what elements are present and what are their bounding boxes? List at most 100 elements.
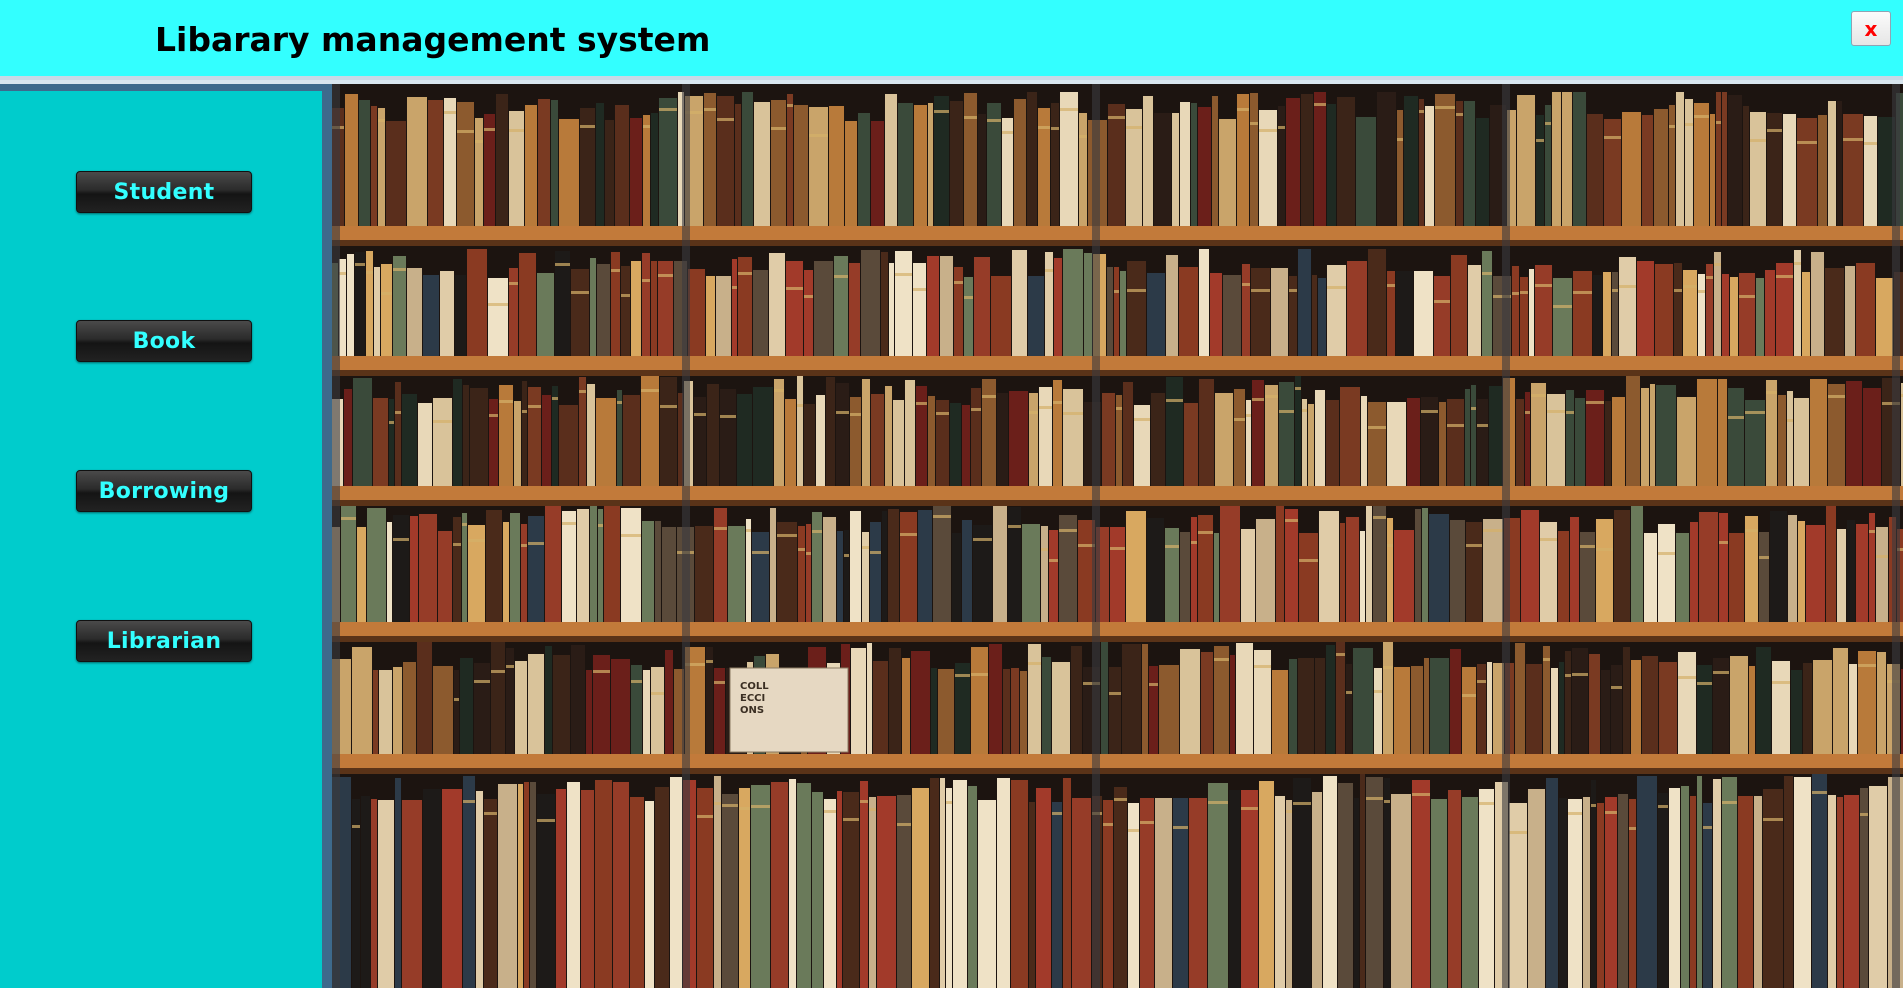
book-spine: [1756, 278, 1764, 356]
book-spine: [1180, 532, 1190, 622]
book-spine: [804, 404, 815, 486]
book-band: [444, 111, 456, 114]
book-spine: [1212, 96, 1218, 226]
student-button-label: Student: [113, 179, 215, 205]
book-band: [1114, 290, 1119, 293]
book-band: [812, 530, 822, 533]
book-spine: [1210, 273, 1222, 356]
book-spine: [1828, 795, 1836, 988]
book-spine: [1053, 380, 1062, 486]
book-band: [1114, 798, 1127, 801]
book-spine: [1338, 783, 1353, 988]
book-spine: [1456, 101, 1463, 226]
book-spine: [930, 778, 939, 988]
book-spine: [946, 788, 952, 988]
book-spine: [774, 379, 784, 486]
book-spine: [562, 511, 576, 622]
box-label-line: ONS: [740, 705, 764, 716]
book-spine: [1465, 389, 1470, 486]
book-spine: [542, 395, 551, 486]
book-band: [381, 292, 392, 295]
librarian-button[interactable]: Librarian: [76, 620, 252, 662]
book-spine: [1509, 803, 1527, 988]
book-band: [1828, 395, 1845, 398]
book-band: [1864, 142, 1877, 145]
book-band: [1462, 694, 1476, 697]
book-spine: [1396, 271, 1413, 356]
book-spine: [1279, 382, 1294, 486]
book-spine: [463, 776, 475, 988]
book-spine: [786, 261, 803, 356]
book-spine: [1619, 257, 1636, 356]
book-band: [836, 411, 849, 414]
book-spine: [1374, 668, 1382, 754]
book-band: [870, 551, 881, 554]
book-band: [1543, 658, 1550, 661]
book-spine: [642, 521, 654, 622]
book-spine: [1728, 95, 1742, 226]
book-band: [1029, 411, 1038, 414]
book-band: [862, 546, 869, 549]
book-button[interactable]: Book: [76, 320, 252, 362]
book-spine: [1722, 92, 1727, 226]
book-band: [714, 681, 725, 684]
book-band: [1540, 538, 1557, 541]
book-spine: [518, 784, 523, 988]
book-spine: [1589, 654, 1600, 754]
shelf-board: [332, 622, 1903, 636]
book-band: [1794, 262, 1801, 265]
book-spine: [1699, 512, 1718, 622]
book-spine: [787, 94, 793, 226]
book-spine: [1071, 646, 1082, 754]
book-spine: [953, 780, 967, 988]
book-band: [1477, 424, 1488, 427]
book-spine: [596, 398, 616, 486]
book-spine: [387, 522, 392, 622]
book-band: [1605, 811, 1617, 814]
book-spine: [586, 670, 592, 754]
book-band: [1767, 129, 1782, 132]
book-spine: [559, 119, 579, 226]
book-spine: [522, 381, 527, 486]
book-spine: [655, 787, 669, 988]
book-spine: [1108, 104, 1125, 226]
book-band: [651, 692, 664, 695]
borrowing-button[interactable]: Borrowing: [76, 470, 252, 512]
book-spine: [1319, 511, 1339, 622]
book-spine: [347, 254, 354, 356]
book-spine: [1521, 510, 1539, 622]
book-spine: [873, 661, 888, 754]
book-spine: [1265, 385, 1278, 486]
book-spine: [933, 505, 951, 622]
book-spine: [1528, 789, 1545, 988]
book-spine: [474, 663, 490, 754]
book-band: [1384, 800, 1390, 803]
book-spine: [665, 650, 673, 754]
book-spine: [1650, 384, 1655, 486]
book-spine: [1404, 96, 1418, 226]
book-spine: [962, 520, 972, 622]
book-spine: [850, 397, 861, 486]
book-spine: [1368, 249, 1386, 356]
student-button[interactable]: Student: [76, 171, 252, 213]
book-band: [1419, 110, 1424, 113]
book-spine: [537, 794, 555, 988]
book-spine: [655, 521, 661, 622]
book-band: [1028, 662, 1041, 665]
book-band: [1127, 289, 1146, 292]
sidebar-top-border: [0, 84, 332, 91]
book-band: [1482, 272, 1492, 275]
book-band: [1716, 121, 1721, 124]
book-spine: [881, 252, 888, 356]
book-band: [1198, 531, 1213, 534]
book-spine: [467, 249, 487, 356]
book-spine: [621, 508, 641, 622]
book-spine: [751, 785, 770, 988]
book-band: [834, 275, 848, 278]
book-spine: [1079, 113, 1087, 226]
book-spine: [1134, 405, 1150, 486]
book-spine: [1340, 387, 1360, 486]
book-band: [571, 291, 589, 294]
book-spine: [1837, 529, 1846, 622]
close-button[interactable]: x: [1851, 11, 1891, 46]
